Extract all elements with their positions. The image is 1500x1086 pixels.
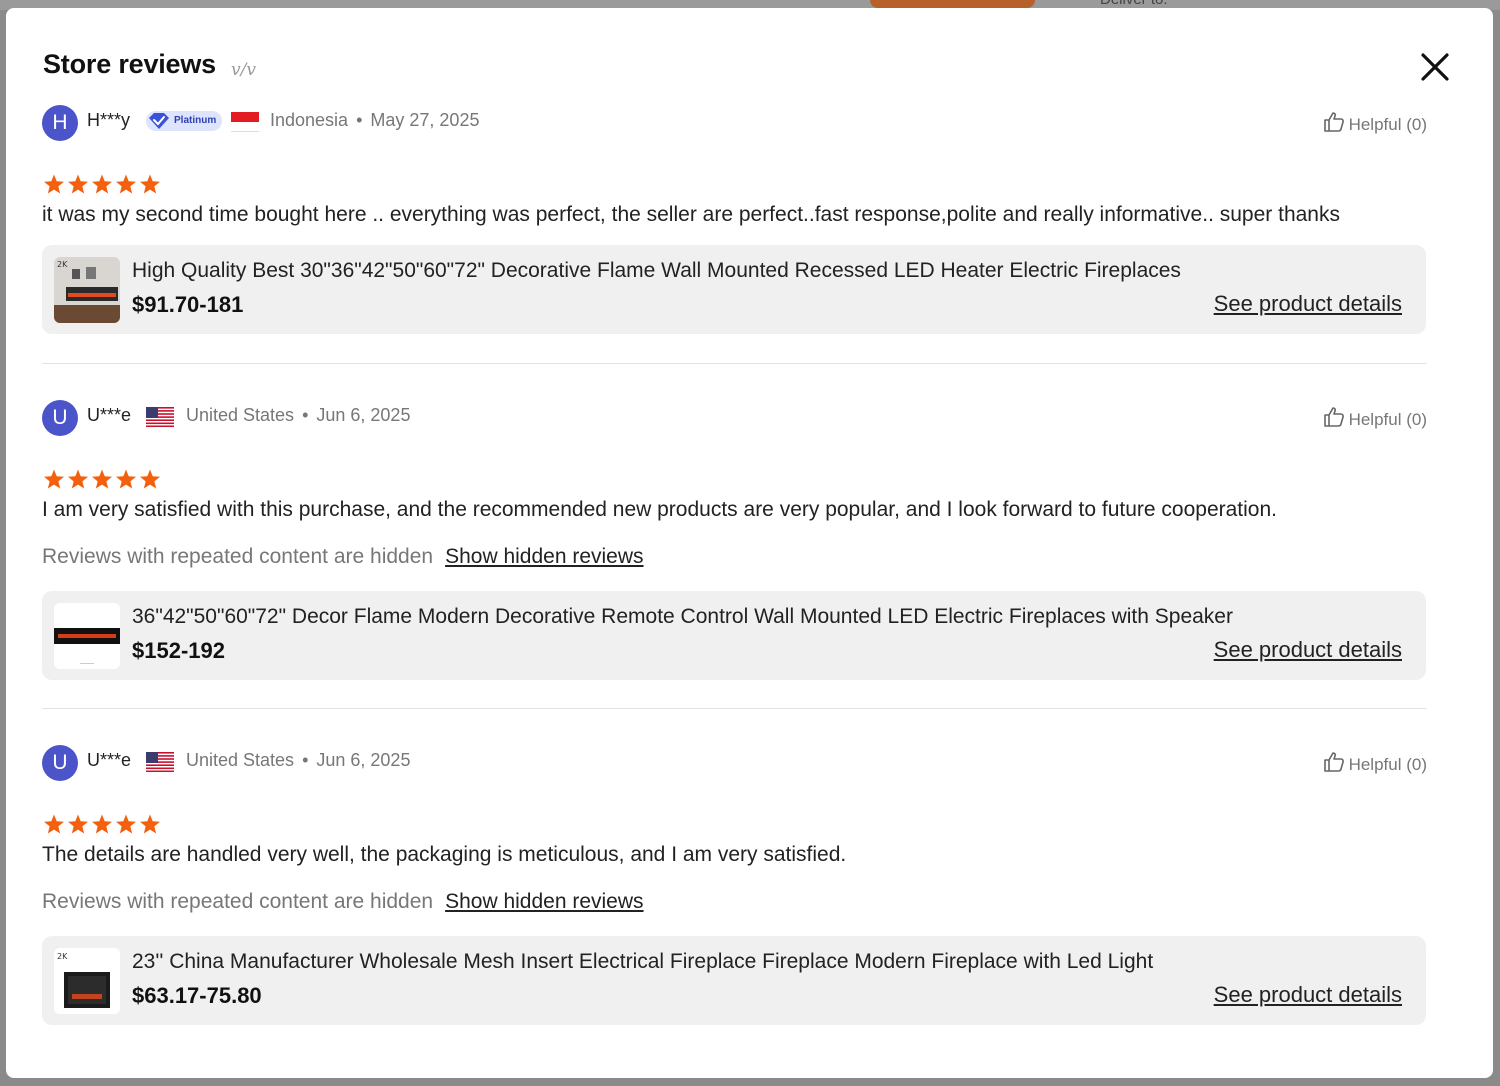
- product-card[interactable]: 36"42"50"60"72" Decor Flame Modern Decor…: [42, 591, 1426, 680]
- product-price: $63.17-75.80: [132, 983, 262, 1008]
- star-icon: [140, 814, 160, 834]
- reviewer-name: U***e: [87, 405, 132, 425]
- product-thumbnail[interactable]: [54, 603, 120, 669]
- see-product-details-link[interactable]: See product details: [1214, 291, 1402, 317]
- product-name: 23'' China Manufacturer Wholesale Mesh I…: [132, 950, 1154, 973]
- review-divider: [42, 708, 1427, 709]
- review-item: H H***y Platinum Indonesia • May 27, 2025 …: [42, 105, 1427, 334]
- review-divider: [42, 363, 1427, 364]
- review-text: The details are handled very well, the p…: [42, 843, 847, 866]
- review-meta: Indonesia • May 27, 2025: [270, 110, 479, 131]
- product-price: $152-192: [132, 638, 225, 663]
- thumbs-up-icon: [1323, 752, 1344, 772]
- hidden-reviews-note: Reviews with repeated content are hidden…: [42, 890, 644, 914]
- review-text: I am very satisfied with this purchase, …: [42, 498, 1277, 521]
- reviewer-name: U***e: [87, 750, 132, 770]
- helpful-label: Helpful (0): [1348, 115, 1427, 134]
- review-country: United States: [186, 750, 295, 770]
- hidden-reviews-note: Reviews with repeated content are hidden…: [42, 545, 644, 569]
- product-image: [54, 603, 120, 669]
- meta-separator: •: [302, 750, 309, 770]
- helpful-button[interactable]: Helpful (0): [1323, 406, 1427, 430]
- helpful-button[interactable]: Helpful (0): [1323, 111, 1427, 135]
- usa-flag-icon: [146, 752, 174, 772]
- brand-mark: 2K: [57, 952, 68, 961]
- product-card[interactable]: 2K High Quality Best 30"36"42"50"60"72" …: [42, 245, 1426, 334]
- store-reviews-modal: Store reviews v/v H H***y Platinum Indon…: [6, 8, 1493, 1078]
- review-country: Indonesia: [270, 110, 349, 130]
- product-thumbnail[interactable]: 2K: [54, 257, 120, 323]
- review-item: U U***e United States • Jun 6, 2025 Helpfu…: [42, 745, 1427, 1025]
- thumbs-up-icon: [1323, 407, 1344, 427]
- hidden-note-text: Reviews with repeated content are hidden: [42, 545, 434, 568]
- review-date: Jun 6, 2025: [316, 750, 411, 770]
- product-name: High Quality Best 30"36"42"50"60"72" Dec…: [132, 259, 1181, 282]
- helpful-label: Helpful (0): [1348, 755, 1427, 774]
- backdrop-deliver-label: Deliver to:: [1100, 0, 1168, 8]
- avatar: U: [42, 400, 78, 436]
- product-image: 2K: [54, 257, 120, 323]
- modal-title: Store reviews: [43, 49, 216, 79]
- star-rating: [44, 469, 160, 489]
- backdrop-orange-button: [870, 0, 1035, 8]
- star-rating: [44, 174, 160, 194]
- helpful-button[interactable]: Helpful (0): [1323, 751, 1427, 775]
- avatar: U: [42, 745, 78, 781]
- star-icon: [92, 469, 112, 489]
- review-date: May 27, 2025: [370, 110, 480, 130]
- review-meta: United States • Jun 6, 2025: [186, 750, 410, 771]
- helpful-label: Helpful (0): [1348, 410, 1427, 429]
- see-product-details-link[interactable]: See product details: [1214, 982, 1402, 1008]
- star-rating: [44, 814, 160, 834]
- review-text: it was my second time bought here .. eve…: [42, 203, 1340, 226]
- review-item: U U***e United States • Jun 6, 2025 Helpfu…: [42, 400, 1427, 680]
- show-hidden-reviews-link[interactable]: Show hidden reviews: [445, 890, 643, 913]
- avatar: H: [42, 105, 78, 141]
- star-icon: [92, 814, 112, 834]
- badge-label: Platinum: [174, 115, 217, 126]
- see-product-details-link[interactable]: See product details: [1214, 637, 1402, 663]
- star-icon: [44, 814, 64, 834]
- show-hidden-reviews-link[interactable]: Show hidden reviews: [445, 545, 643, 568]
- star-icon: [68, 174, 88, 194]
- star-icon: [44, 174, 64, 194]
- usa-flag-icon: [146, 407, 174, 427]
- indonesia-flag-icon: [231, 112, 259, 132]
- star-icon: [68, 469, 88, 489]
- reviewer-name: H***y: [87, 110, 131, 130]
- product-thumbnail[interactable]: 2K: [54, 948, 120, 1014]
- meta-separator: •: [356, 110, 363, 130]
- title-decoration: v/v: [231, 60, 256, 80]
- star-icon: [116, 174, 136, 194]
- thumbs-up-icon: [1323, 112, 1344, 132]
- verified-diamond-icon: [149, 113, 169, 129]
- hidden-note-text: Reviews with repeated content are hidden: [42, 890, 434, 913]
- review-country: United States: [186, 405, 295, 425]
- product-price: $91.70-181: [132, 292, 244, 317]
- brand-mark: 2K: [57, 260, 68, 269]
- close-icon[interactable]: [1418, 50, 1452, 84]
- product-card[interactable]: 2K 23'' China Manufacturer Wholesale Mes…: [42, 936, 1426, 1025]
- star-icon: [68, 814, 88, 834]
- review-date: Jun 6, 2025: [316, 405, 411, 425]
- star-icon: [116, 469, 136, 489]
- product-image: 2K: [54, 948, 120, 1014]
- star-icon: [116, 814, 136, 834]
- star-icon: [44, 469, 64, 489]
- platinum-badge: Platinum: [146, 111, 222, 131]
- meta-separator: •: [302, 405, 309, 425]
- star-icon: [140, 469, 160, 489]
- star-icon: [92, 174, 112, 194]
- review-meta: United States • Jun 6, 2025: [186, 405, 410, 426]
- star-icon: [140, 174, 160, 194]
- product-name: 36"42"50"60"72" Decor Flame Modern Decor…: [132, 605, 1233, 628]
